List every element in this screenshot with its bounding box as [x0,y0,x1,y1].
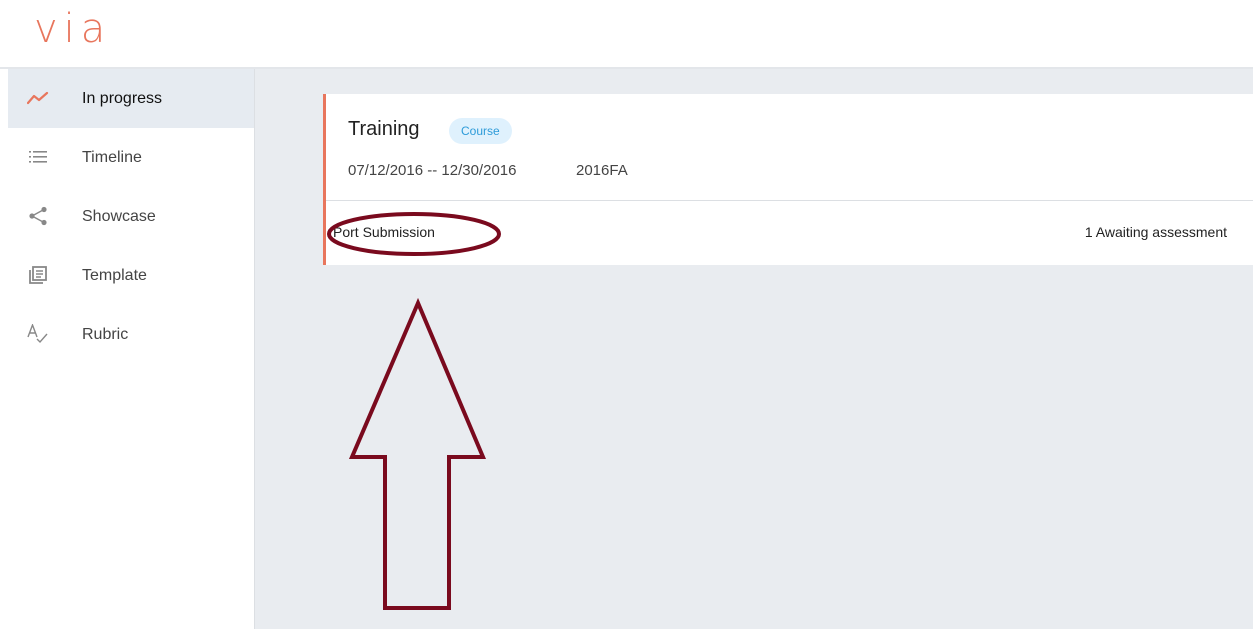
sidebar-item-template[interactable]: Template [8,246,254,305]
sidebar-item-label: Showcase [82,208,156,225]
sidebar-item-timeline[interactable]: Timeline [8,128,254,187]
list-icon [26,145,50,169]
top-bar: via [0,0,1253,68]
sidebar-item-label: Rubric [82,326,129,343]
course-title[interactable]: Training [348,118,420,141]
awaiting-assessment-status[interactable]: 1 Awaiting assessment [1085,224,1227,240]
sidebar-item-in-progress[interactable]: In progress [8,69,254,128]
course-dates: 07/12/2016 -- 12/30/2016 [348,162,517,179]
via-logo[interactable]: via [34,6,111,52]
share-icon [26,204,50,228]
sidebar: In progress Timeline Showcase Template R… [8,69,254,629]
sidebar-item-rubric[interactable]: Rubric [8,305,254,364]
trend-line-icon [26,86,50,110]
rubric-icon [26,322,50,346]
sidebar-item-label: Timeline [82,149,142,166]
port-submission-link[interactable]: Port Submission [333,224,435,240]
card-divider [326,200,1253,201]
sidebar-item-label: Template [82,267,147,284]
template-icon [26,263,50,287]
sidebar-item-showcase[interactable]: Showcase [8,187,254,246]
course-badge: Course [449,118,512,144]
course-term: 2016FA [576,162,628,179]
sidebar-item-label: In progress [82,90,163,107]
course-card[interactable]: Training Course 07/12/2016 -- 12/30/2016… [323,94,1253,265]
